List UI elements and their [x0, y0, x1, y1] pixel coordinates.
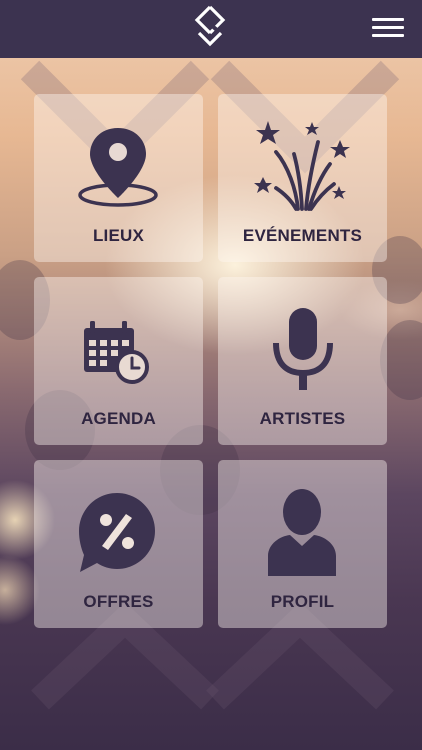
- tile-offres[interactable]: OFFRES: [34, 460, 203, 628]
- tile-evenements[interactable]: EVÉNEMENTS: [218, 94, 387, 262]
- tile-label: LIEUX: [92, 226, 145, 245]
- tile-label: OFFRES: [83, 592, 154, 611]
- tile-artistes[interactable]: ARTISTES: [218, 277, 387, 445]
- menu-line: [372, 26, 404, 29]
- tile-label: AGENDA: [81, 409, 156, 428]
- diamond-chevron-logo-icon[interactable]: [192, 4, 228, 48]
- tile-label: ARTISTES: [259, 409, 346, 428]
- tile-label: EVÉNEMENTS: [242, 226, 363, 245]
- tile-lieux[interactable]: LIEUX: [34, 94, 203, 262]
- tile-agenda[interactable]: AGENDA: [34, 277, 203, 445]
- top-bar: [0, 0, 422, 58]
- menu-line: [372, 18, 404, 21]
- hamburger-menu-button[interactable]: [372, 18, 404, 38]
- tile-profil[interactable]: PROFIL: [218, 460, 387, 628]
- tile-label: PROFIL: [270, 592, 335, 611]
- menu-line: [372, 34, 404, 37]
